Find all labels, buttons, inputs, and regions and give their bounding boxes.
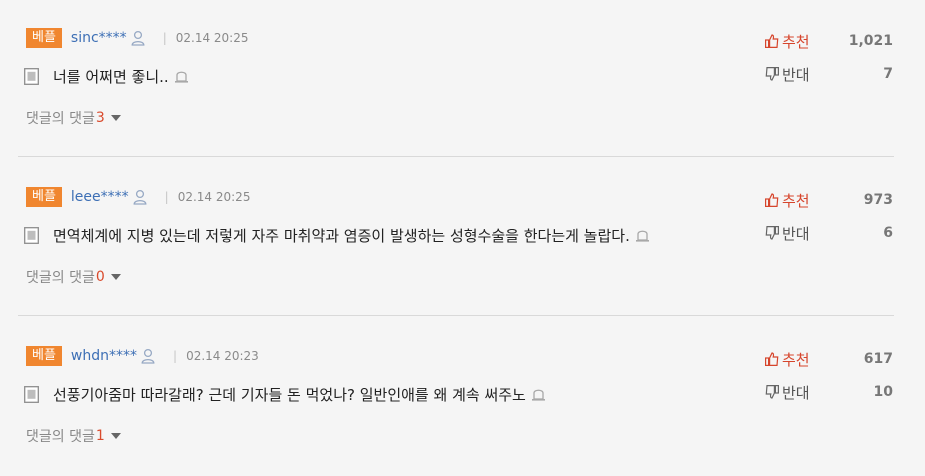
comment-body: 선풍기아줌마 따라갈래? 근데 기자들 돈 먹었나? 일반인애를 왜 계속 써주… <box>24 382 546 406</box>
comment-divider <box>18 315 894 316</box>
comment-text: 면역체계에 지병 있는데 저렇게 자주 마취약과 염증이 발생하는 성형수술을 … <box>53 226 630 245</box>
replies-count: 1 <box>95 428 105 444</box>
thumbs-down-icon <box>765 226 779 240</box>
thumbs-down-icon <box>765 67 779 81</box>
upvote-button[interactable]: 추천 1,021 <box>765 30 893 52</box>
upvote-button[interactable]: 추천 973 <box>765 189 893 211</box>
comment-divider <box>18 156 894 157</box>
username-link[interactable]: whdn**** <box>71 348 137 364</box>
username-link[interactable]: leee**** <box>71 189 129 205</box>
report-icon[interactable] <box>635 228 650 242</box>
meta-separator: | <box>173 349 178 363</box>
replies-label: 댓글의 댓글 <box>26 270 95 286</box>
downvote-count: 6 <box>883 225 893 241</box>
report-icon[interactable] <box>531 387 546 401</box>
comment-time: 02.14 20:23 <box>186 349 259 363</box>
comment-item: 베플 leee**** | 02.14 20:25 면역체계에 지병 있는데 저… <box>0 159 925 317</box>
replies-count: 3 <box>95 110 105 126</box>
comment-meta: 베플 sinc**** | 02.14 20:25 <box>26 28 248 48</box>
report-icon[interactable] <box>174 69 189 83</box>
replies-label: 댓글의 댓글 <box>26 429 95 445</box>
caret-down-icon <box>110 274 121 280</box>
document-icon <box>24 226 39 244</box>
user-icon <box>133 189 147 205</box>
thumbs-up-icon <box>765 352 779 366</box>
comment-meta: 베플 whdn**** | 02.14 20:23 <box>26 346 259 366</box>
downvote-button[interactable]: 반대 10 <box>765 381 893 403</box>
comment-meta: 베플 leee**** | 02.14 20:25 <box>26 187 250 207</box>
upvote-count: 617 <box>863 351 893 367</box>
upvote-label: 추천 <box>782 32 810 51</box>
upvote-label: 추천 <box>782 350 810 369</box>
downvote-button[interactable]: 반대 6 <box>765 222 893 244</box>
best-badge: 베플 <box>26 187 62 207</box>
caret-down-icon <box>110 433 121 439</box>
best-badge: 베플 <box>26 28 62 48</box>
upvote-count: 1,021 <box>848 33 893 49</box>
replies-toggle[interactable]: 댓글의 댓글 0 <box>26 267 121 287</box>
caret-down-icon <box>110 115 121 121</box>
user-icon <box>131 30 145 46</box>
user-icon <box>141 348 155 364</box>
comment-time: 02.14 20:25 <box>175 31 249 45</box>
downvote-button[interactable]: 반대 7 <box>765 63 893 85</box>
comment-item: 베플 whdn**** | 02.14 20:23 선풍기아줌마 따라갈래? 근… <box>0 318 925 476</box>
upvote-count: 973 <box>863 192 893 208</box>
downvote-label: 반대 <box>782 65 810 84</box>
document-icon <box>24 385 39 403</box>
replies-toggle[interactable]: 댓글의 댓글 1 <box>26 426 121 446</box>
replies-count: 0 <box>95 269 105 285</box>
downvote-label: 반대 <box>782 383 810 402</box>
username-link[interactable]: sinc**** <box>71 30 127 46</box>
best-badge: 베플 <box>26 346 62 366</box>
meta-separator: | <box>162 31 167 45</box>
document-icon <box>24 67 39 85</box>
comment-time: 02.14 20:25 <box>177 190 251 204</box>
upvote-button[interactable]: 추천 617 <box>765 348 893 370</box>
upvote-label: 추천 <box>782 191 810 210</box>
meta-separator: | <box>164 190 169 204</box>
thumbs-up-icon <box>765 34 779 48</box>
replies-toggle[interactable]: 댓글의 댓글 3 <box>26 108 121 128</box>
comment-body: 면역체계에 지병 있는데 저렇게 자주 마취약과 염증이 발생하는 성형수술을 … <box>24 223 650 247</box>
downvote-label: 반대 <box>782 224 810 243</box>
comment-item: 베플 sinc**** | 02.14 20:25 너를 어쩌면 좋니.. 댓글… <box>0 0 925 158</box>
downvote-count: 7 <box>883 66 893 82</box>
comment-body: 너를 어쩌면 좋니.. <box>24 64 189 88</box>
downvote-count: 10 <box>873 384 893 400</box>
replies-label: 댓글의 댓글 <box>26 111 95 127</box>
comment-text: 선풍기아줌마 따라갈래? 근데 기자들 돈 먹었나? 일반인애를 왜 계속 써주… <box>53 385 526 404</box>
best-comments-list: 베플 sinc**** | 02.14 20:25 너를 어쩌면 좋니.. 댓글… <box>0 0 925 474</box>
thumbs-down-icon <box>765 385 779 399</box>
thumbs-up-icon <box>765 193 779 207</box>
comment-text: 너를 어쩌면 좋니.. <box>53 67 169 86</box>
